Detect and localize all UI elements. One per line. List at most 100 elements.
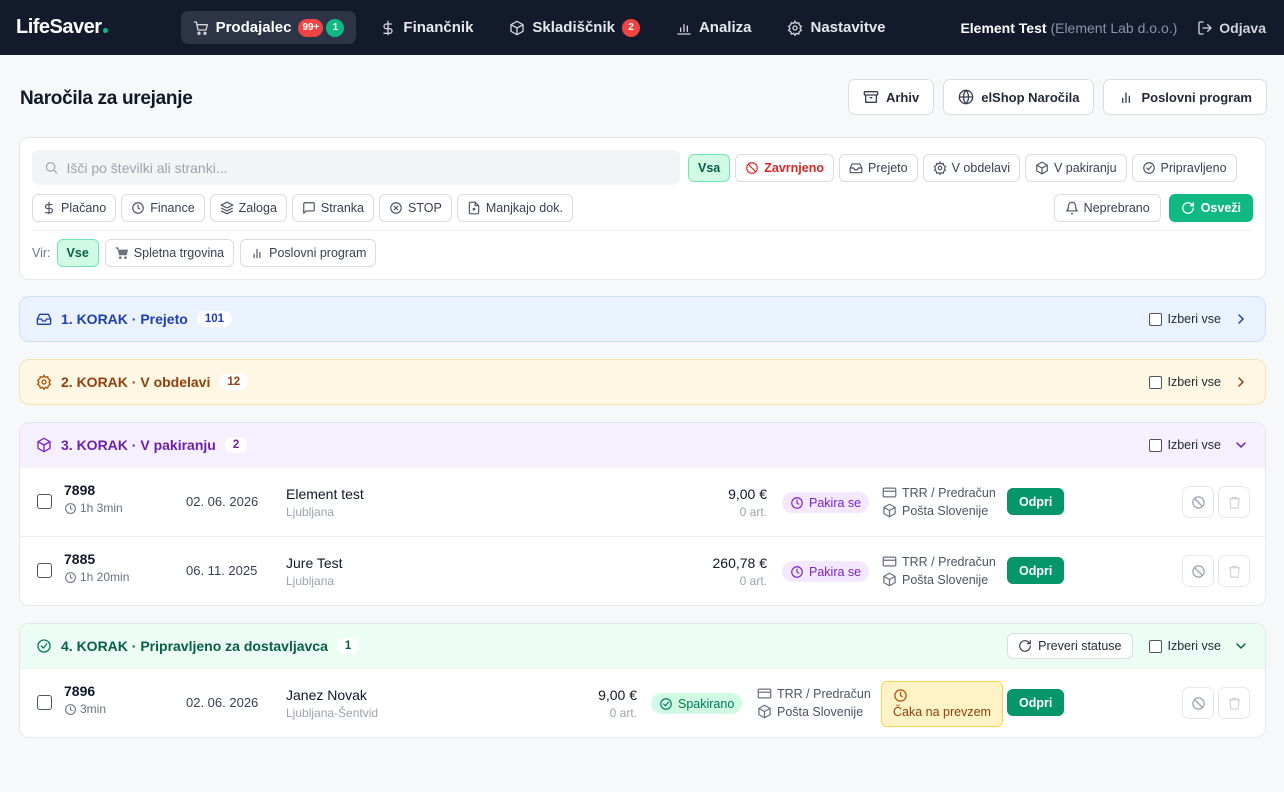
clock-icon [791,565,803,578]
section-header[interactable]: 4. KORAK · Pripravljeno za dostavljavca … [20,624,1265,668]
flag-chip-stock[interactable]: Zaloga [209,194,287,222]
delete-order-button[interactable] [1218,486,1250,518]
trash-icon [1228,565,1240,578]
source-chip-webshop[interactable]: Spletna trgovina [104,239,235,267]
chip-label: Manjkajo dok. [485,201,563,215]
select-all-checkbox[interactable]: Izberi vse [1148,312,1221,326]
package-icon [883,572,896,587]
refresh-icon [1181,202,1194,214]
chip-label: Zavrnjeno [764,161,824,175]
ban-icon [1191,564,1205,578]
refresh-icon [1019,640,1031,652]
source-chip-business-program[interactable]: Poslovni program [240,239,377,267]
checkbox[interactable] [1148,639,1162,653]
elapsed-text: 1h 20min [80,570,130,584]
chevron-right-icon[interactable] [1233,374,1249,390]
filter-chip-all[interactable]: Vsa [688,154,731,182]
open-order-button[interactable]: Odpri [1007,557,1065,584]
filter-chip-rejected[interactable]: Zavrnjeno [735,154,834,182]
section-received: 1. KORAK · Prejeto 101 Izberi vse [19,296,1266,342]
order-number[interactable]: 7896 [64,683,106,699]
logo-dot [102,28,108,33]
select-all-checkbox[interactable]: Izberi vse [1148,639,1222,653]
refresh-label: Osveži [1200,201,1241,215]
order-row[interactable]: 7898 1h 3min 02. 06. 2026 Element test L… [20,467,1265,536]
cancel-order-button[interactable] [1182,555,1214,587]
open-label: Odpri [1019,494,1053,509]
delete-order-button[interactable] [1218,555,1250,587]
chip-label: Spletna trgovina [133,246,225,260]
search-box[interactable] [32,150,680,185]
open-order-button[interactable]: Odpri [1007,488,1065,515]
chip-label: V pakiranju [1053,161,1117,175]
shipping-label: Pošta Slovenije [902,503,989,518]
nav-item-analiza[interactable]: Analiza [664,11,764,44]
section-header[interactable]: 3. KORAK · V pakiranju 2 Izberi vse [20,423,1265,467]
ban-icon [1191,495,1205,509]
nav-item-skladiscnik[interactable]: Skladiščnik 2 [497,11,652,44]
check-circle-icon [37,639,51,653]
checkbox[interactable] [1148,438,1162,452]
filter-chip-processing[interactable]: V obdelavi [922,154,1020,182]
flag-chip-finance[interactable]: Finance [121,194,205,222]
order-row[interactable]: 7896 3min 02. 06. 2026 Janez Novak Ljubl… [20,668,1265,737]
order-checkbox[interactable] [37,494,52,509]
flag-chip-paid[interactable]: Plačano [32,194,117,222]
filter-chip-packing[interactable]: V pakiranju [1024,154,1127,182]
shipping-label: Pošta Slovenije [902,572,989,587]
flag-chip-customer[interactable]: Stranka [291,194,374,222]
check-statuses-button[interactable]: Preveri statuse [1007,633,1133,659]
elshop-orders-button[interactable]: elShop Naročila [943,79,1095,115]
clock-icon [65,571,76,583]
chevron-down-icon[interactable] [1233,638,1249,654]
section-header[interactable]: 2. KORAK · V obdelavi 12 Izberi vse [20,360,1265,404]
checkbox[interactable] [1148,312,1162,326]
user-company: (Element Lab d.o.o.) [1050,19,1178,36]
customer-city: Ljubljana [286,505,335,519]
order-number[interactable]: 7898 [64,482,123,498]
nav-item-prodajalec[interactable]: Prodajalec 99+ 1 [180,11,357,44]
archive-button[interactable]: Arhiv [847,79,935,115]
credit-card-icon [882,487,897,498]
top-navigation: LifeSaver Prodajalec 99+ 1 Finančnik Skl… [0,0,1284,55]
business-program-button[interactable]: Poslovni program [1103,79,1267,115]
filter-chip-ready[interactable]: Pripravljeno [1131,154,1237,182]
source-chip-all[interactable]: Vse [56,239,99,267]
chip-label: Pripravljeno [1160,161,1227,175]
section-header[interactable]: 1. KORAK · Prejeto 101 Izberi vse [20,297,1265,341]
checkbox[interactable] [1148,375,1162,389]
cart-icon [114,247,128,259]
section-packing: 3. KORAK · V pakiranju 2 Izberi vse 7898… [19,422,1266,606]
flag-chip-missing-docs[interactable]: Manjkajo dok. [456,194,573,222]
filter-chip-received[interactable]: Prejeto [839,154,918,182]
order-row[interactable]: 7885 1h 20min 06. 11. 2025 Jure Test Lju… [20,536,1265,605]
nav-item-nastavitve[interactable]: Nastavitve [775,11,897,44]
unread-filter-button[interactable]: Neprebrano [1053,194,1161,222]
select-all-label: Izberi vse [1167,639,1222,653]
source-label: Vir: [32,246,51,260]
search-input[interactable] [66,159,668,176]
cancel-order-button[interactable] [1182,486,1214,518]
chevron-down-icon[interactable] [1233,437,1249,453]
logo[interactable]: LifeSaver [16,16,108,39]
flag-chip-stop[interactable]: STOP [379,194,452,222]
refresh-button[interactable]: Osveži [1168,194,1253,222]
order-checkbox[interactable] [37,563,52,578]
section-ready-for-courier: 4. KORAK · Pripravljeno za dostavljavca … [19,623,1266,738]
select-all-label: Izberi vse [1167,375,1222,389]
inbox-icon [849,163,863,174]
nav-item-financnik[interactable]: Finančnik [368,11,485,44]
cancel-order-button[interactable] [1182,687,1214,719]
ban-icon [1191,696,1205,710]
open-order-button[interactable]: Odpri [1007,689,1065,716]
order-number[interactable]: 7885 [64,551,129,567]
order-checkbox[interactable] [37,695,52,710]
section-count: 2 [224,437,248,453]
select-all-checkbox[interactable]: Izberi vse [1148,375,1222,389]
select-all-checkbox[interactable]: Izberi vse [1148,438,1221,452]
status-label: Pakira se [809,564,862,579]
logout-button[interactable]: Odjava [1197,20,1266,36]
delete-order-button[interactable] [1218,687,1250,719]
order-date: 02. 06. 2026 [186,494,259,509]
chevron-right-icon[interactable] [1233,311,1249,327]
